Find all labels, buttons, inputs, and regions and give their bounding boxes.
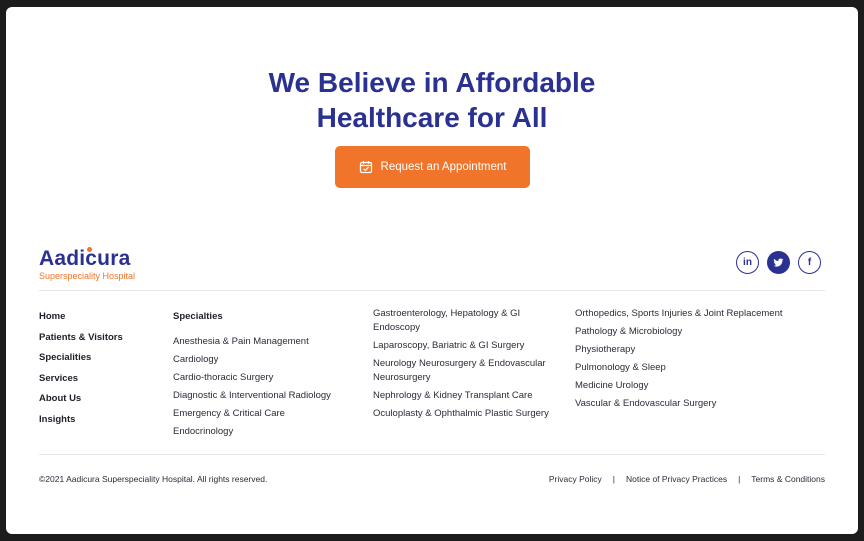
twitter-icon[interactable] xyxy=(767,251,790,274)
copyright-text: ©2021 Aadicura Superspeciality Hospital.… xyxy=(39,474,268,484)
privacy-policy-link[interactable]: Privacy Policy xyxy=(549,474,602,484)
footer-nav: Home Patients & Visitors Specialities Se… xyxy=(39,311,123,434)
specialty-link[interactable]: Oculoplasty & Ophthalmic Plastic Surgery xyxy=(373,407,563,421)
divider-top xyxy=(39,290,825,291)
social-links: in f xyxy=(736,251,821,274)
specialty-link[interactable]: Neurology Neurosurgery & Endovascular Ne… xyxy=(373,357,563,385)
specialty-link[interactable]: Cardiology xyxy=(173,353,363,367)
specialty-link[interactable]: Nephrology & Kidney Transplant Care xyxy=(373,389,563,403)
specialty-link[interactable]: Pulmonology & Sleep xyxy=(575,361,815,375)
specialty-link[interactable]: Vascular & Endovascular Surgery xyxy=(575,397,815,411)
specialties-heading: Specialties xyxy=(173,311,223,322)
hero-title-line2: Healthcare for All xyxy=(316,102,548,133)
calendar-check-icon xyxy=(359,160,373,174)
nav-services[interactable]: Services xyxy=(39,373,123,394)
page-card: We Believe in Affordable Healthcare for … xyxy=(6,7,858,534)
nav-patients-visitors[interactable]: Patients & Visitors xyxy=(39,332,123,353)
specialties-column-1: Specialties Anesthesia & Pain Management… xyxy=(173,311,363,443)
specialty-link[interactable]: Physiotherapy xyxy=(575,343,815,357)
specialty-link[interactable]: Cardio-thoracic Surgery xyxy=(173,371,363,385)
specialty-link[interactable]: Orthopedics, Sports Injuries & Joint Rep… xyxy=(575,307,815,321)
cta-label: Request an Appointment xyxy=(380,161,507,173)
specialties-column-3: Orthopedics, Sports Injuries & Joint Rep… xyxy=(575,307,815,415)
linkedin-icon[interactable]: in xyxy=(736,251,759,274)
hero-title-line1: We Believe in Affordable xyxy=(268,67,596,98)
specialty-link[interactable]: Gastroenterology, Hepatology & GI Endosc… xyxy=(373,307,563,335)
specialty-link[interactable]: Medicine Urology xyxy=(575,379,815,393)
nav-insights[interactable]: Insights xyxy=(39,414,123,435)
separator: | xyxy=(738,474,741,484)
hero-heading: We Believe in Affordable Healthcare for … xyxy=(6,65,858,135)
nav-specialities[interactable]: Specialities xyxy=(39,352,123,373)
legal-links: Privacy Policy | Notice of Privacy Pract… xyxy=(549,474,825,484)
logo[interactable]: Aadicura Superspeciality Hospital xyxy=(39,247,136,282)
logo-name: Aadicura xyxy=(39,247,131,270)
specialty-link[interactable]: Laparoscopy, Bariatric & GI Surgery xyxy=(373,339,563,353)
specialty-link[interactable]: Pathology & Microbiology xyxy=(575,325,815,339)
specialty-link[interactable]: Endocrinology xyxy=(173,425,363,439)
specialty-link[interactable]: Diagnostic & Interventional Radiology xyxy=(173,389,363,403)
specialty-link[interactable]: Anesthesia & Pain Management xyxy=(173,335,363,349)
divider-bottom xyxy=(39,454,825,455)
notice-privacy-link[interactable]: Notice of Privacy Practices xyxy=(626,474,727,484)
specialty-link[interactable]: Emergency & Critical Care xyxy=(173,407,363,421)
specialties-column-2: Gastroenterology, Hepatology & GI Endosc… xyxy=(373,307,563,425)
terms-link[interactable]: Terms & Conditions xyxy=(751,474,825,484)
facebook-icon[interactable]: f xyxy=(798,251,821,274)
request-appointment-button[interactable]: Request an Appointment xyxy=(335,146,530,188)
nav-home[interactable]: Home xyxy=(39,311,123,332)
logo-tagline: Superspeciality Hospital xyxy=(39,271,136,281)
logo-dot xyxy=(87,247,92,252)
separator: | xyxy=(612,474,615,484)
nav-about-us[interactable]: About Us xyxy=(39,393,123,414)
